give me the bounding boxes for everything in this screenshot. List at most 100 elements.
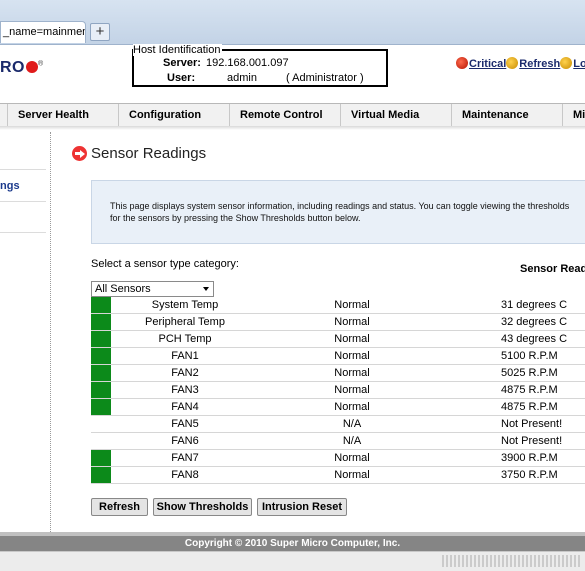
intrusion-reset-button[interactable]: Intrusion Reset: [257, 498, 347, 516]
sensor-name: System Temp: [111, 297, 259, 314]
sensor-name: FAN7: [111, 449, 259, 467]
nav-miscellaneous[interactable]: Mis: [562, 104, 585, 126]
table-row: PCH Temp Normal 43 degrees C: [91, 330, 585, 348]
sensor-name: FAN3: [111, 381, 259, 399]
logo-registered-mark: ®: [38, 60, 44, 68]
critical-icon[interactable]: [456, 57, 468, 69]
sensor-status-cell: [91, 364, 111, 382]
table-row: FAN3 Normal 4875 R.P.M: [91, 381, 585, 399]
show-thresholds-button[interactable]: Show Thresholds: [153, 498, 252, 516]
sensor-category-value: All Sensors: [95, 283, 151, 295]
sensor-reading: 4875 R.P.M: [445, 381, 585, 399]
browser-status-bar: [0, 551, 585, 571]
sensor-status: N/A: [259, 432, 445, 450]
sensor-category-select[interactable]: All Sensors: [91, 281, 214, 297]
user-value: admin: [227, 72, 257, 84]
sensor-status: Normal: [259, 313, 445, 331]
browser-tab[interactable]: _name=mainmenu: [0, 21, 86, 43]
browser-tab-strip: _name=mainmenu +: [0, 0, 585, 45]
sensor-name: FAN8: [111, 466, 259, 484]
status-indicator: [91, 433, 111, 449]
sensor-status-cell: [91, 347, 111, 365]
sensor-reading: Not Present!: [445, 415, 585, 433]
status-indicator: [91, 467, 111, 483]
sensor-status: Normal: [259, 297, 445, 314]
sensor-status: Normal: [259, 364, 445, 382]
table-row: FAN5 N/A Not Present!: [91, 415, 585, 433]
logo-dot-icon: [26, 61, 38, 73]
sensor-name: Peripheral Temp: [111, 313, 259, 331]
footer: Copyright © 2010 Super Micro Computer, I…: [0, 536, 585, 551]
nav-maintenance[interactable]: Maintenance: [451, 104, 562, 126]
user-role: ( Administrator ): [286, 72, 364, 84]
refresh-icon[interactable]: [506, 57, 519, 69]
sensor-status: Normal: [259, 381, 445, 399]
sensor-reading: 31 degrees C: [445, 297, 585, 314]
host-identification: Host Identification Server: 192.168.001.…: [132, 44, 388, 87]
nav-configuration[interactable]: Configuration: [118, 104, 229, 126]
sidebar-divider: [0, 169, 46, 170]
sensor-name: FAN1: [111, 347, 259, 365]
chevron-down-icon: [203, 287, 209, 291]
status-indicator: [91, 450, 111, 466]
sensor-name: FAN4: [111, 398, 259, 416]
logout-icon[interactable]: [560, 57, 573, 69]
status-indicator: [91, 416, 111, 432]
sensor-status: Normal: [259, 449, 445, 467]
nav-virtual-media[interactable]: Virtual Media: [340, 104, 451, 126]
sidebar-divider: [0, 201, 46, 202]
arrow-right-icon: [72, 146, 87, 161]
main-nav: Server Health Configuration Remote Contr…: [0, 103, 585, 127]
server-value: 192.168.001.097: [206, 57, 289, 69]
sensor-name: FAN6: [111, 432, 259, 450]
host-identification-legend: Host Identification: [133, 44, 223, 56]
sensor-reading: 5100 R.P.M: [445, 347, 585, 365]
refresh-link[interactable]: Refresh: [519, 58, 560, 70]
refresh-button[interactable]: Refresh: [91, 498, 148, 516]
sidebar-item-sensor-readings[interactable]: ngs: [0, 180, 20, 192]
table-row: FAN1 Normal 5100 R.P.M: [91, 347, 585, 365]
table-row: System Temp Normal 31 degrees C: [91, 297, 585, 314]
sensor-readings-header: Sensor Readi: [520, 263, 585, 275]
status-indicator: [91, 399, 111, 415]
sensor-reading: 3750 R.P.M: [445, 466, 585, 484]
new-tab-button[interactable]: +: [90, 23, 110, 41]
status-indicator: [91, 297, 111, 313]
sensor-reading: 4875 R.P.M: [445, 398, 585, 416]
sensor-name: PCH Temp: [111, 330, 259, 348]
status-indicator: [91, 314, 111, 330]
logo-text: RO: [0, 59, 25, 76]
sensor-status-cell: [91, 415, 111, 433]
nav-shadow: [0, 126, 585, 130]
sensor-status-cell: [91, 297, 111, 314]
nav-server-health[interactable]: Server Health: [7, 104, 118, 126]
sensor-status: N/A: [259, 415, 445, 433]
table-row: FAN2 Normal 5025 R.P.M: [91, 364, 585, 382]
logo: RO ®: [0, 59, 44, 77]
logout-link[interactable]: Lo: [573, 58, 585, 70]
status-indicator: [91, 382, 111, 398]
sensor-table: System Temp Normal 31 degrees C Peripheral …: [91, 297, 585, 484]
sidebar-divider-line: [50, 132, 51, 532]
sensor-status: Normal: [259, 347, 445, 365]
sensor-reading: Not Present!: [445, 432, 585, 450]
sensor-reading: 5025 R.P.M: [445, 364, 585, 382]
page-title: Sensor Readings: [91, 145, 207, 162]
server-label: Server:: [163, 57, 201, 69]
nav-remote-control[interactable]: Remote Control: [229, 104, 340, 126]
category-label: Select a sensor type category:: [91, 258, 239, 270]
sensor-status-cell: [91, 313, 111, 331]
sidebar-divider: [0, 232, 46, 233]
status-indicator: [91, 365, 111, 381]
critical-link[interactable]: Critical: [469, 58, 506, 70]
status-indicator: [91, 348, 111, 364]
status-bar-grip: [442, 555, 582, 567]
sensor-status-cell: [91, 449, 111, 467]
header-links: Critical Refresh Lo: [456, 57, 585, 70]
table-row: FAN7 Normal 3900 R.P.M: [91, 449, 585, 467]
page-header: RO ® Host Identification Server: 192.168.…: [0, 44, 585, 103]
table-row: Peripheral Temp Normal 32 degrees C: [91, 313, 585, 331]
sensor-reading: 32 degrees C: [445, 313, 585, 331]
sensor-reading: 43 degrees C: [445, 330, 585, 348]
sensor-status-cell: [91, 330, 111, 348]
